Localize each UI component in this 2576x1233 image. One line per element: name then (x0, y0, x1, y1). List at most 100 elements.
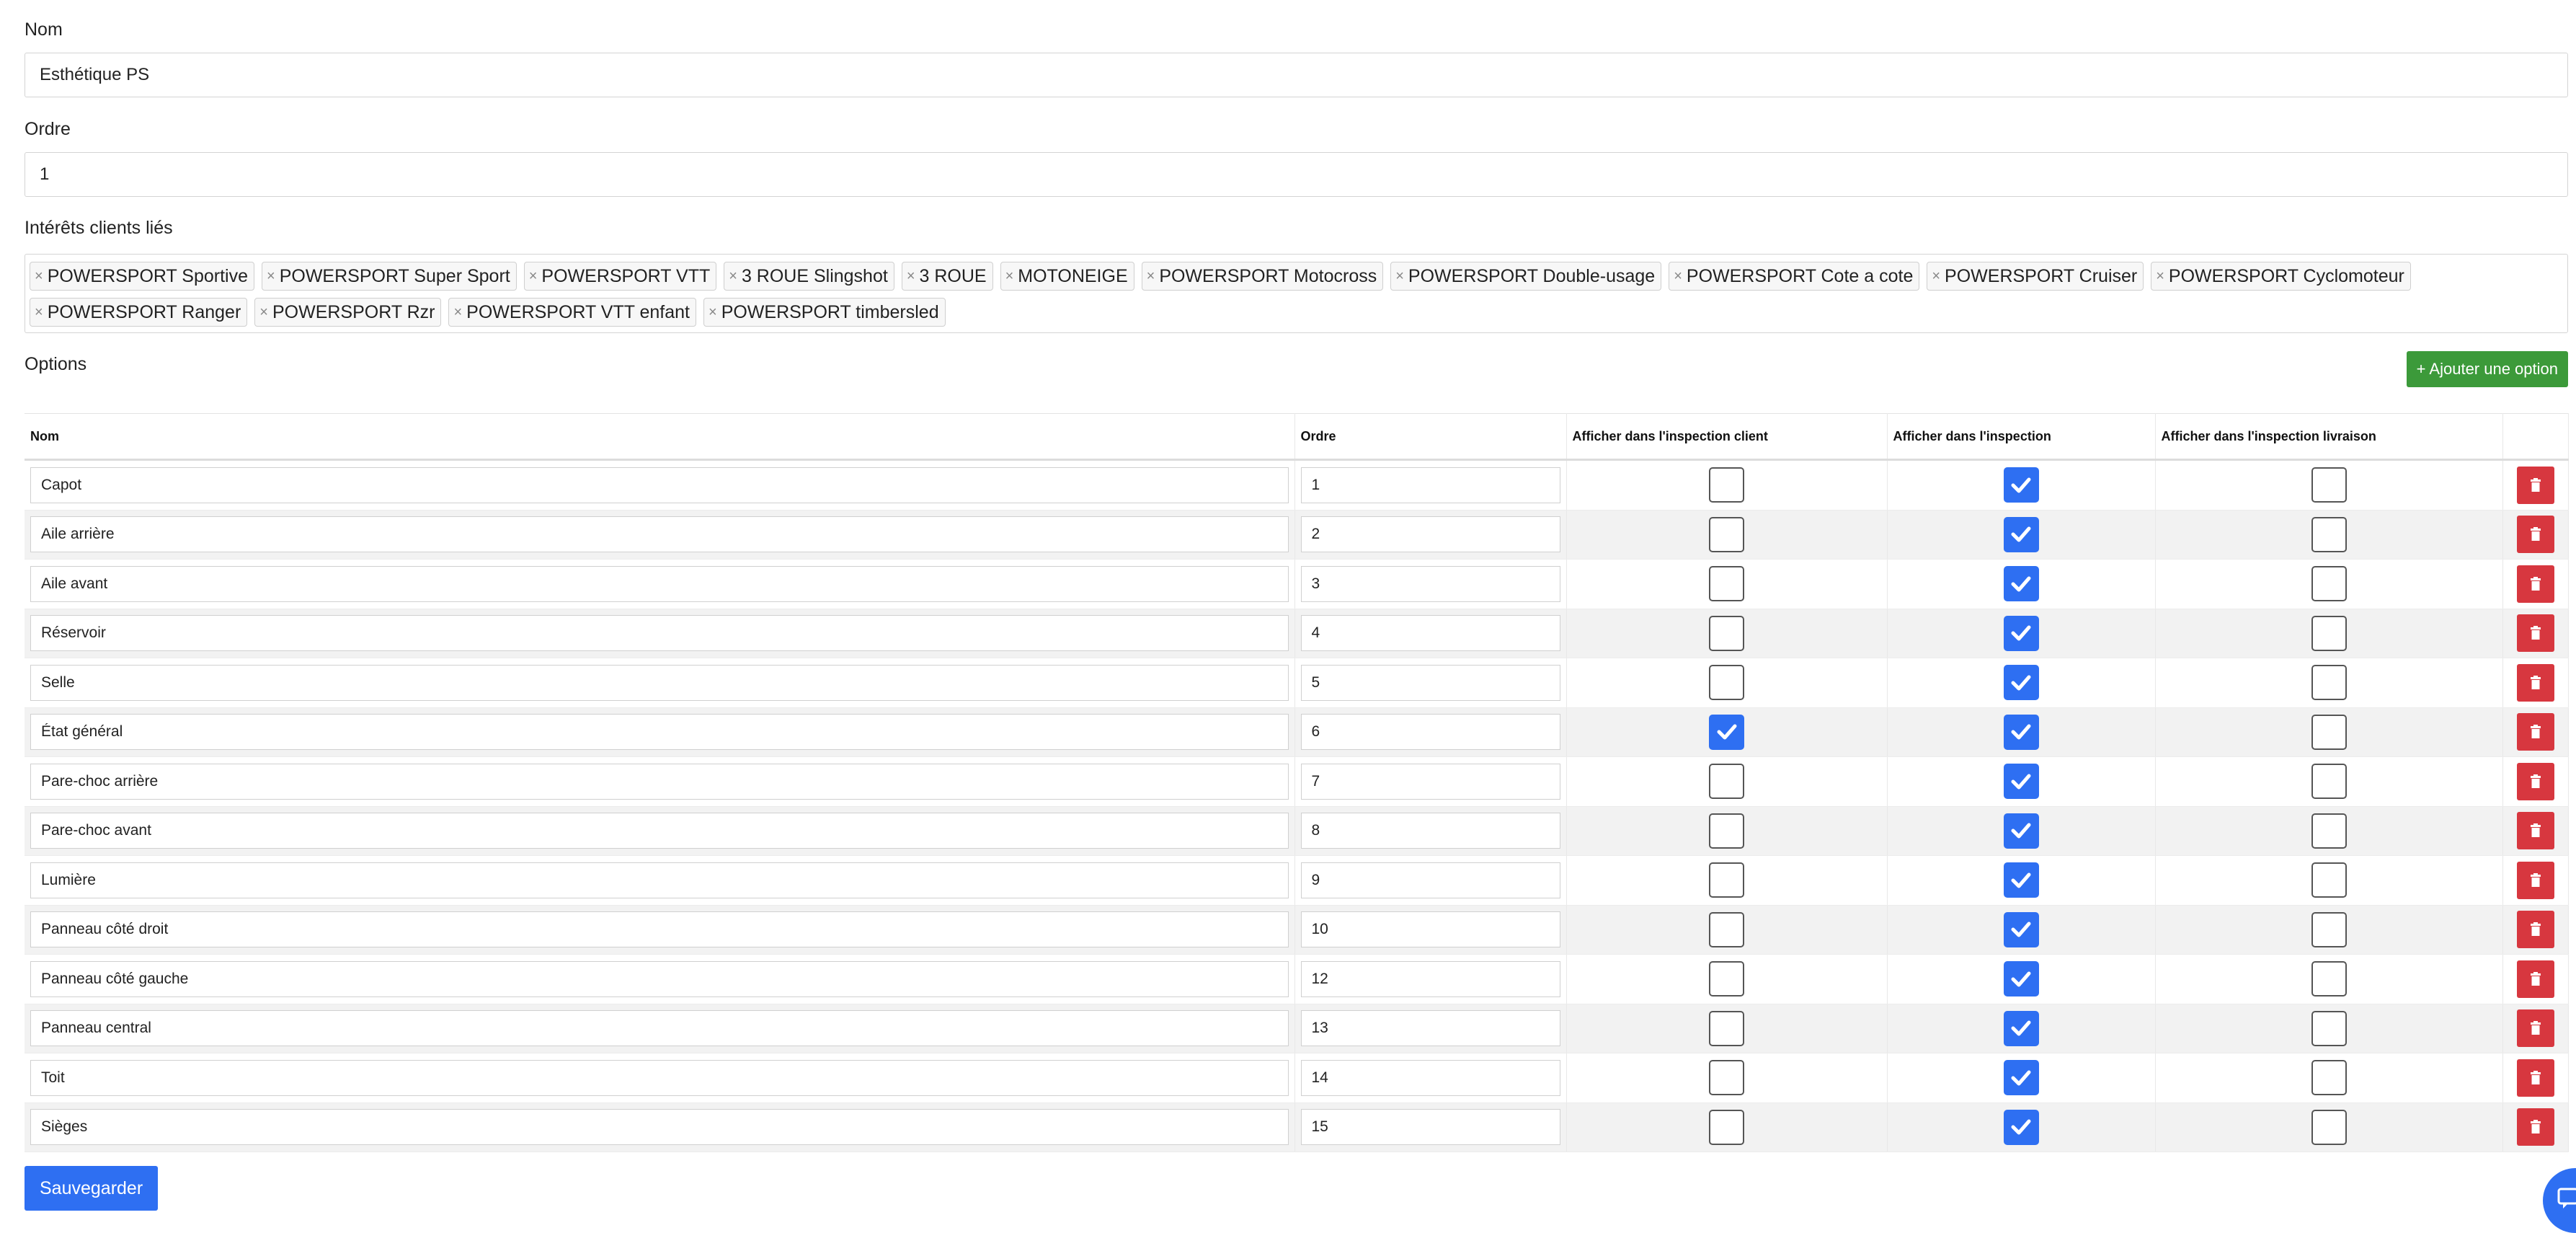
option-name-input[interactable] (30, 813, 1289, 849)
inspection-checkbox[interactable] (2003, 665, 2039, 701)
delivery-inspection-checkbox[interactable] (2311, 615, 2347, 651)
delete-option-button[interactable] (2516, 713, 2554, 751)
interests-multiselect[interactable]: × POWERSPORT Sportive × POWERSPORT Super Sp… (25, 254, 2568, 333)
client-inspection-checkbox[interactable] (1709, 1010, 1744, 1046)
remove-tag-icon[interactable]: × (35, 304, 43, 321)
delete-option-button[interactable] (2516, 960, 2554, 998)
option-order-input[interactable] (1300, 813, 1560, 849)
option-name-input[interactable] (30, 516, 1289, 553)
client-inspection-checkbox[interactable] (1709, 911, 1744, 947)
remove-tag-icon[interactable]: × (907, 268, 915, 285)
delete-option-button[interactable] (2516, 466, 2554, 504)
delete-option-button[interactable] (2516, 565, 2554, 603)
remove-tag-icon[interactable]: × (529, 268, 538, 285)
remove-tag-icon[interactable]: × (267, 268, 275, 285)
option-name-input[interactable] (30, 467, 1289, 503)
option-order-input[interactable] (1300, 1010, 1560, 1047)
delivery-inspection-checkbox[interactable] (2311, 1060, 2347, 1096)
client-inspection-checkbox[interactable] (1709, 764, 1744, 800)
option-order-input[interactable] (1300, 664, 1560, 701)
remove-tag-icon[interactable]: × (453, 304, 462, 321)
client-inspection-checkbox[interactable] (1709, 862, 1744, 898)
interest-tag[interactable]: × POWERSPORT Motocross (1141, 262, 1384, 291)
inspection-checkbox[interactable] (2003, 516, 2039, 552)
inspection-checkbox[interactable] (2003, 862, 2039, 898)
delete-option-button[interactable] (2516, 1009, 2554, 1048)
client-inspection-checkbox[interactable] (1709, 813, 1744, 849)
client-inspection-checkbox[interactable] (1709, 467, 1744, 503)
inspection-checkbox[interactable] (2003, 467, 2039, 503)
remove-tag-icon[interactable]: × (1005, 268, 1014, 285)
interest-tag[interactable]: × POWERSPORT VTT enfant (448, 298, 696, 327)
interest-tag[interactable]: × POWERSPORT Rzr (254, 298, 442, 327)
delete-option-button[interactable] (2516, 1059, 2554, 1097)
option-name-input[interactable] (30, 1109, 1289, 1146)
delete-option-button[interactable] (2516, 812, 2554, 850)
option-name-input[interactable] (30, 714, 1289, 751)
delivery-inspection-checkbox[interactable] (2311, 665, 2347, 701)
interest-tag[interactable]: × 3 ROUE (901, 262, 993, 291)
remove-tag-icon[interactable]: × (729, 268, 737, 285)
option-name-input[interactable] (30, 960, 1289, 997)
option-order-input[interactable] (1300, 862, 1560, 898)
inspection-checkbox[interactable] (2003, 911, 2039, 947)
remove-tag-icon[interactable]: × (709, 304, 717, 321)
option-name-input[interactable] (30, 1010, 1289, 1047)
client-inspection-checkbox[interactable] (1709, 1109, 1744, 1145)
delivery-inspection-checkbox[interactable] (2311, 1010, 2347, 1046)
remove-tag-icon[interactable]: × (1147, 268, 1155, 285)
option-order-input[interactable] (1300, 516, 1560, 553)
interest-tag[interactable]: × POWERSPORT Cyclomoteur (2151, 262, 2411, 291)
option-order-input[interactable] (1300, 615, 1560, 652)
interest-tag[interactable]: × POWERSPORT VTT (523, 262, 717, 291)
inspection-checkbox[interactable] (2003, 566, 2039, 602)
client-inspection-checkbox[interactable] (1709, 1060, 1744, 1096)
interest-tag[interactable]: × MOTONEIGE (1000, 262, 1134, 291)
inspection-checkbox[interactable] (2003, 1109, 2039, 1145)
client-inspection-checkbox[interactable] (1709, 665, 1744, 701)
delivery-inspection-checkbox[interactable] (2311, 911, 2347, 947)
option-name-input[interactable] (30, 1059, 1289, 1096)
order-input[interactable] (25, 152, 2568, 197)
add-option-button[interactable]: + Ajouter une option (2406, 351, 2568, 387)
option-name-input[interactable] (30, 664, 1289, 701)
delete-option-button[interactable] (2516, 516, 2554, 554)
interest-tag[interactable]: × POWERSPORT Cruiser (1927, 262, 2144, 291)
option-order-input[interactable] (1300, 763, 1560, 800)
remove-tag-icon[interactable]: × (35, 268, 43, 285)
inspection-checkbox[interactable] (2003, 961, 2039, 997)
option-order-input[interactable] (1300, 1059, 1560, 1096)
chat-widget-button[interactable] (2543, 1168, 2576, 1233)
client-inspection-checkbox[interactable] (1709, 566, 1744, 602)
option-order-input[interactable] (1300, 1109, 1560, 1146)
delivery-inspection-checkbox[interactable] (2311, 566, 2347, 602)
client-inspection-checkbox[interactable] (1709, 714, 1744, 750)
interest-tag[interactable]: × POWERSPORT timbersled (703, 298, 946, 327)
option-order-input[interactable] (1300, 565, 1560, 602)
inspection-checkbox[interactable] (2003, 714, 2039, 750)
interest-tag[interactable]: × POWERSPORT Double-usage (1390, 262, 1662, 291)
name-input[interactable] (25, 53, 2568, 97)
delivery-inspection-checkbox[interactable] (2311, 467, 2347, 503)
save-button[interactable]: Sauvegarder (25, 1166, 159, 1211)
delete-option-button[interactable] (2516, 1108, 2554, 1146)
client-inspection-checkbox[interactable] (1709, 961, 1744, 997)
delivery-inspection-checkbox[interactable] (2311, 714, 2347, 750)
delivery-inspection-checkbox[interactable] (2311, 1109, 2347, 1145)
option-order-input[interactable] (1300, 911, 1560, 948)
option-name-input[interactable] (30, 615, 1289, 652)
option-order-input[interactable] (1300, 960, 1560, 997)
delete-option-button[interactable] (2516, 614, 2554, 653)
option-name-input[interactable] (30, 911, 1289, 948)
interest-tag[interactable]: × POWERSPORT Sportive (30, 262, 255, 291)
delivery-inspection-checkbox[interactable] (2311, 862, 2347, 898)
option-order-input[interactable] (1300, 714, 1560, 751)
inspection-checkbox[interactable] (2003, 615, 2039, 651)
delete-option-button[interactable] (2516, 762, 2554, 800)
option-order-input[interactable] (1300, 467, 1560, 503)
inspection-checkbox[interactable] (2003, 1010, 2039, 1046)
inspection-checkbox[interactable] (2003, 813, 2039, 849)
interest-tag[interactable]: × POWERSPORT Ranger (30, 298, 248, 327)
remove-tag-icon[interactable]: × (259, 304, 268, 321)
remove-tag-icon[interactable]: × (1932, 268, 1940, 285)
